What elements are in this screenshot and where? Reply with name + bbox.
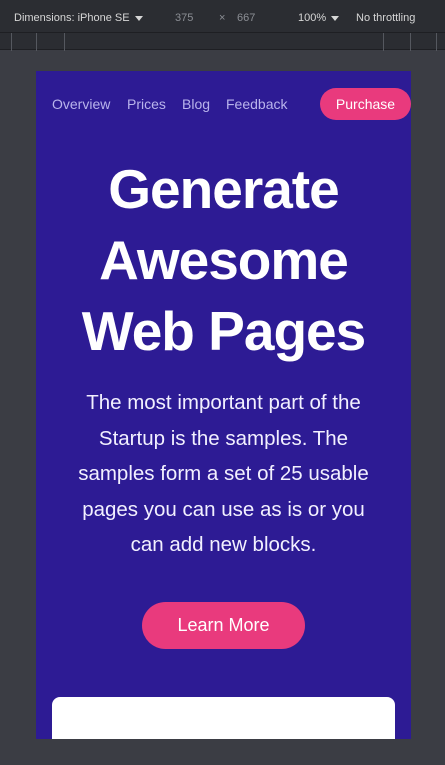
devtools-device-toolbar: Dimensions: iPhone SE 375 × 667 100% No … [0, 0, 445, 32]
hero-description-line: Startup is the samples. The [98, 426, 349, 450]
hero-title: Generate Awesome Web Pages [36, 154, 411, 367]
hero-title-line: Awesome [99, 229, 349, 291]
zoom-selector[interactable]: 100% [298, 12, 340, 24]
nav-link-feedback[interactable]: Feedback [226, 96, 287, 112]
throttling-selector[interactable]: No throttling [356, 12, 415, 24]
chevron-down-icon [331, 15, 340, 21]
ruler-tick [410, 33, 411, 51]
purchase-button[interactable]: Purchase [320, 88, 411, 120]
device-selector-label: Dimensions: iPhone SE [14, 12, 130, 24]
ruler-tick [383, 33, 384, 51]
learn-more-button[interactable]: Learn More [142, 602, 305, 649]
zoom-label: 100% [298, 12, 327, 24]
hero-description-line: The most important part of the [86, 391, 361, 414]
hero-description-line: samples form a set of 25 usable [78, 462, 369, 485]
nav-link-blog[interactable]: Blog [182, 96, 210, 112]
content-card [52, 697, 395, 739]
hero-title-line: Web Pages [81, 300, 366, 362]
top-nav: Overview Prices Blog Feedback Purchase [52, 88, 411, 120]
ruler-tick [11, 33, 12, 51]
throttling-label: No throttling [356, 12, 416, 24]
chevron-down-icon [134, 15, 143, 21]
hero-description-line: can add new blocks. [130, 533, 317, 556]
device-selector[interactable]: Dimensions: iPhone SE [14, 12, 143, 24]
ruler-tick [64, 33, 65, 51]
hero-description: The most important part of the Startup i… [60, 385, 387, 563]
nav-link-prices[interactable]: Prices [127, 96, 166, 112]
ruler-tick [436, 33, 437, 51]
ruler-tick [36, 33, 37, 51]
dimension-separator: × [219, 12, 226, 24]
width-input[interactable]: 375 [175, 12, 193, 24]
height-input[interactable]: 667 [237, 12, 255, 24]
hero-title-line: Generate [108, 158, 339, 220]
hero-description-line: pages you can use as is or you [82, 497, 365, 521]
device-viewport: Overview Prices Blog Feedback Purchase G… [36, 71, 411, 739]
media-query-ruler [0, 32, 445, 51]
nav-link-overview[interactable]: Overview [52, 96, 110, 112]
